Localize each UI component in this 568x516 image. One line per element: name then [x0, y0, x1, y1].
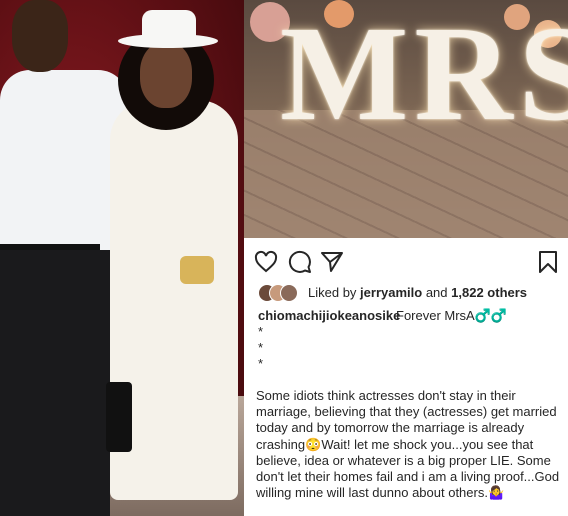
- marquee-letters: MRS: [280, 0, 568, 149]
- post-panel: Liked by jerryamilo and 1,822 others chi…: [244, 238, 568, 516]
- black-bag: [106, 382, 132, 452]
- caption-first-line: Forever MrsA♂️♂️: [396, 308, 508, 323]
- likes-conjunction: and: [425, 285, 448, 300]
- likes-prefix: Liked by: [308, 285, 357, 300]
- gold-clutch: [180, 256, 214, 284]
- liked-by-username[interactable]: jerryamilo: [360, 285, 422, 300]
- man-head: [12, 0, 68, 72]
- caption-star: *: [258, 340, 264, 355]
- avatar[interactable]: [280, 284, 298, 302]
- hat-crown: [142, 10, 196, 40]
- likes-summary: Liked by jerryamilo and 1,822 others: [308, 285, 527, 300]
- heart-icon[interactable]: [254, 250, 278, 274]
- liker-avatars: [258, 284, 310, 302]
- couple-photo: [0, 0, 244, 516]
- comment-icon[interactable]: [288, 250, 312, 274]
- man-white-shirt: [0, 70, 128, 260]
- likes-row: Liked by jerryamilo and 1,822 others: [258, 284, 558, 304]
- bookmark-icon[interactable]: [536, 250, 560, 274]
- likes-count[interactable]: 1,822 others: [451, 285, 527, 300]
- mrs-sign-photo: MRS: [244, 0, 568, 238]
- caption-author[interactable]: chiomachijiokeanosike: [258, 308, 400, 323]
- woman-face: [140, 42, 192, 108]
- man-black-trousers: [0, 250, 110, 516]
- caption-stars: * * *: [258, 324, 263, 372]
- share-icon[interactable]: [320, 250, 344, 274]
- caption-star: *: [258, 324, 264, 339]
- action-bar: [254, 250, 559, 274]
- caption-body: Some idiots think actresses don't stay i…: [256, 388, 560, 501]
- caption-star: *: [258, 356, 264, 371]
